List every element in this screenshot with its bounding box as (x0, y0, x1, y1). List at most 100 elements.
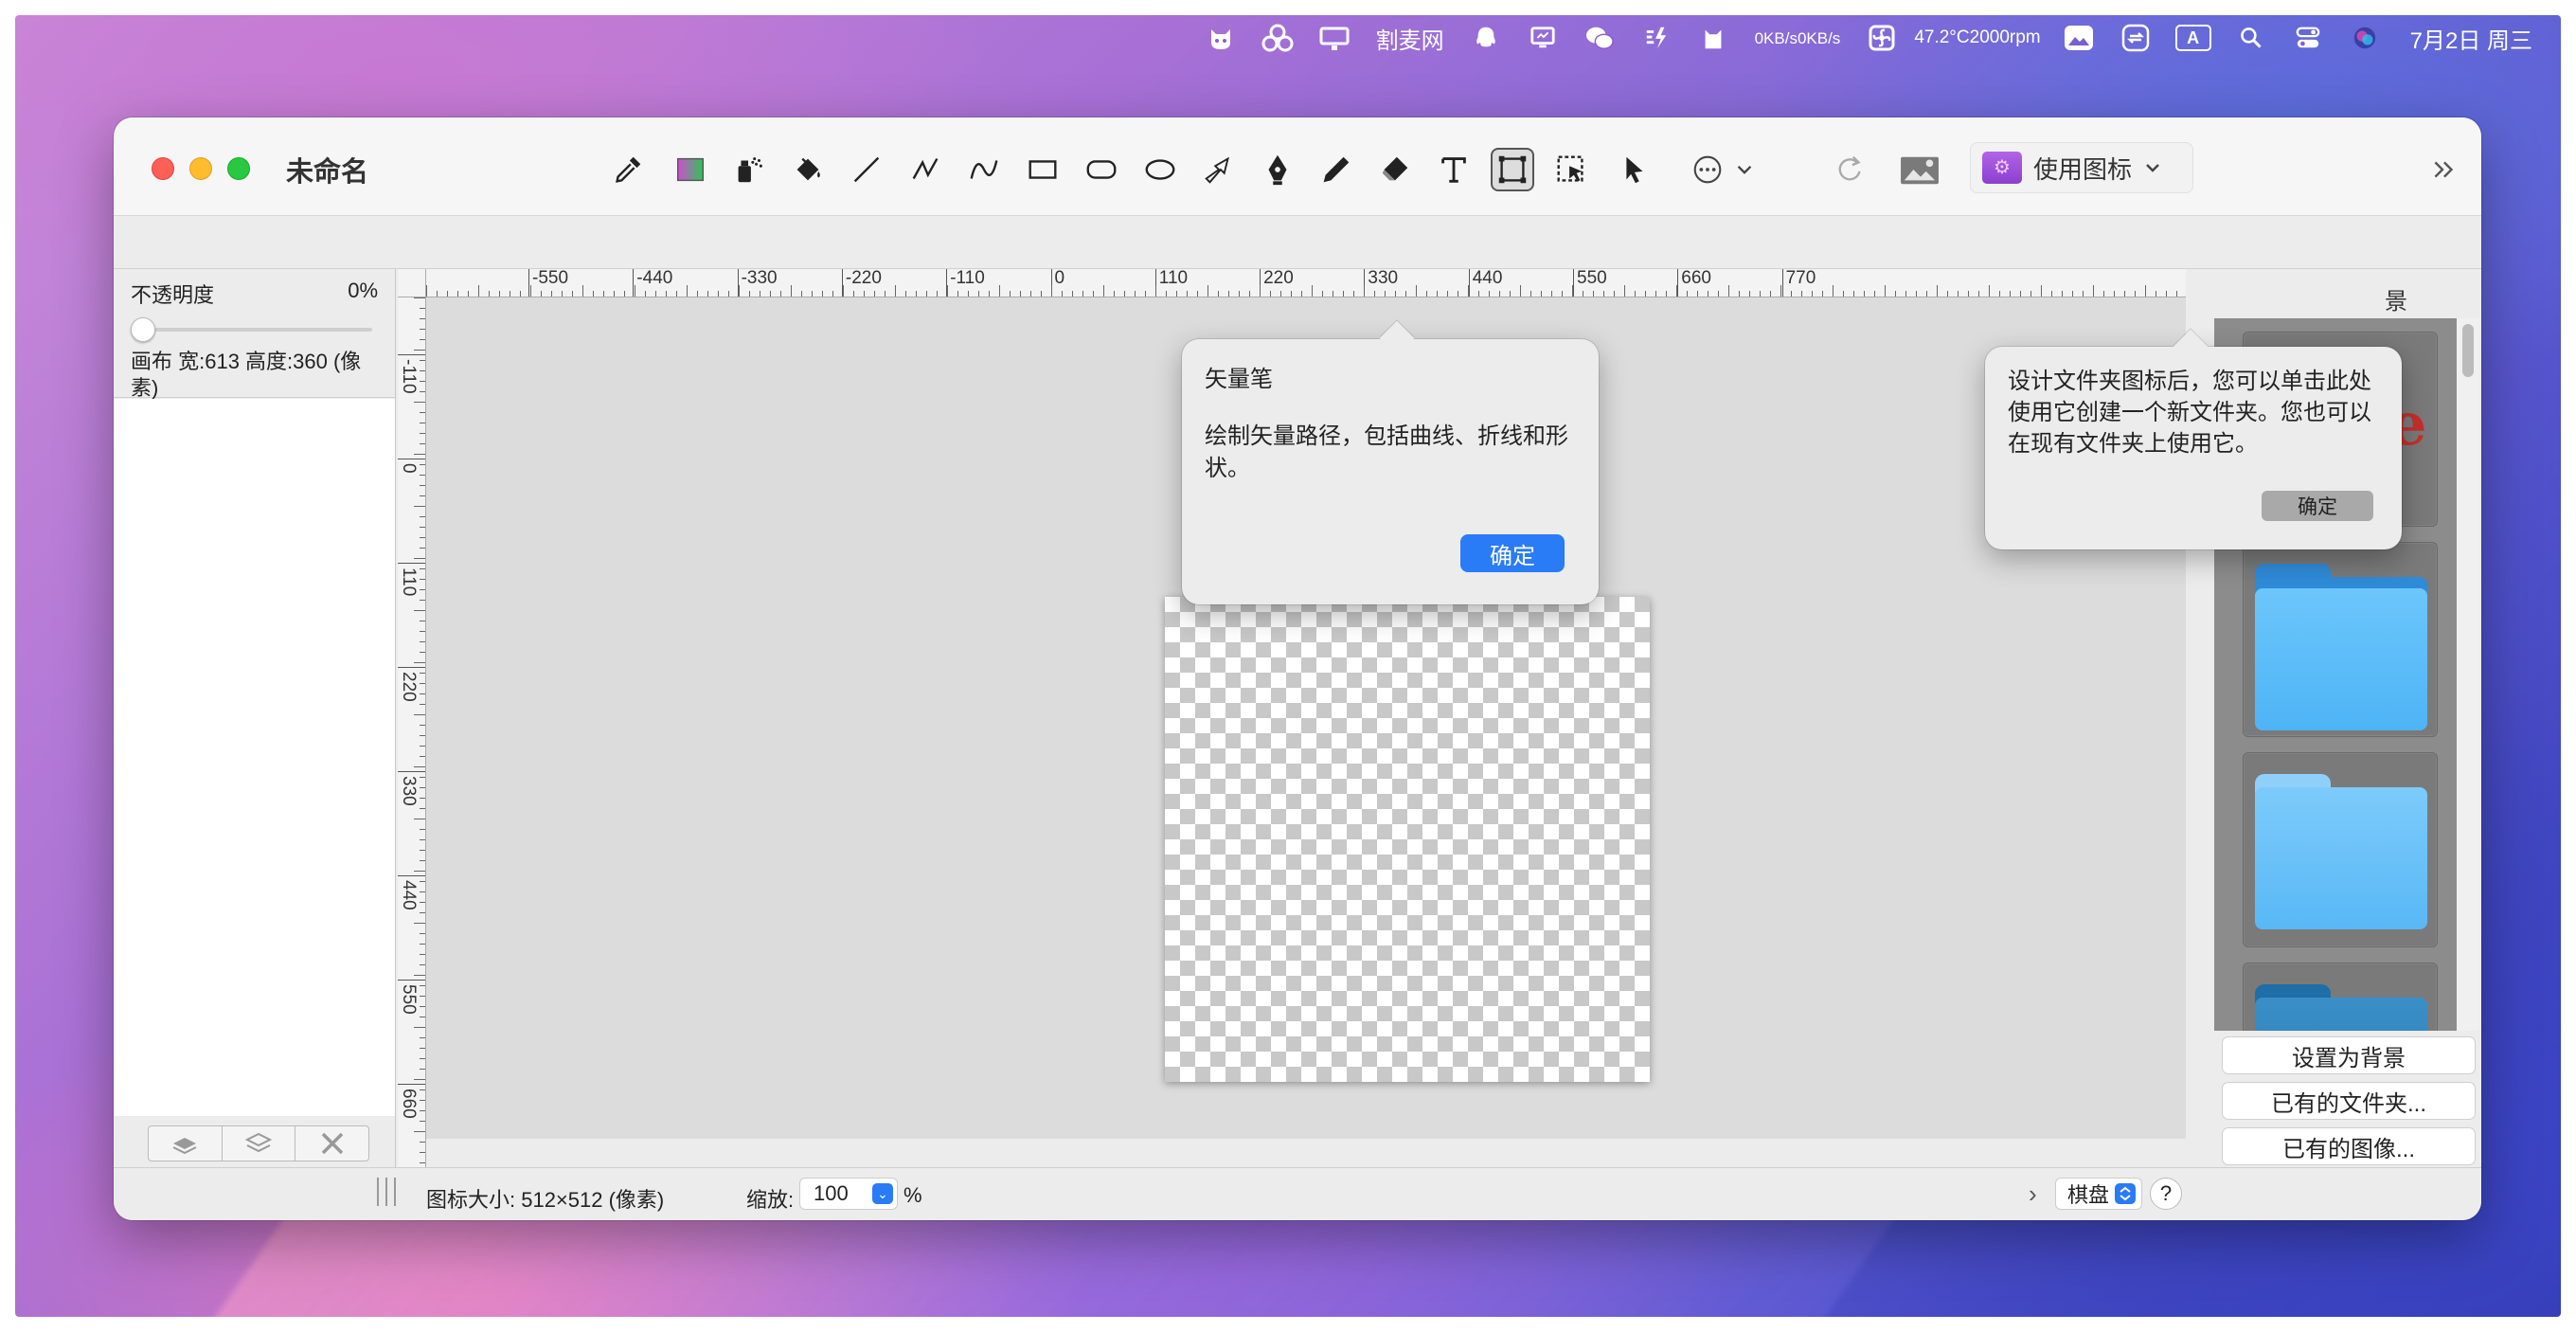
spray-tool[interactable] (727, 148, 771, 191)
ruler-tick (593, 291, 594, 297)
ruler-tick (420, 329, 425, 330)
add-layer-button[interactable] (149, 1126, 223, 1161)
popover-ok-button[interactable]: 确定 (1460, 534, 1565, 572)
popover-ok-button[interactable]: 确定 (2262, 491, 2373, 521)
icon-size-label: 图标大小: 512×512 (像素) (426, 1188, 665, 1212)
network-speed[interactable]: 0KB/s 0KB/s (1755, 15, 1841, 61)
vector-pen-tool[interactable] (1256, 148, 1299, 191)
siri-icon[interactable] (2348, 24, 2382, 52)
ruler-tick (916, 291, 917, 297)
ruler-tick (1968, 291, 1969, 297)
image-icon[interactable] (1894, 148, 1945, 191)
existing-image-button[interactable]: 已有的图像... (2222, 1127, 2476, 1165)
search-icon[interactable] (2234, 24, 2268, 52)
energy-icon[interactable] (1639, 24, 1673, 52)
more-options-icon[interactable] (1686, 148, 1729, 191)
ruler-tick (2135, 291, 2136, 297)
background-mode-select[interactable]: 棋盘 (2055, 1178, 2142, 1210)
ruler-label: 660 (398, 1084, 425, 1119)
polyline-tool[interactable] (903, 148, 947, 191)
ruler-tick (420, 548, 425, 549)
ruler-tick (1666, 291, 1667, 297)
cat-silhouette-icon[interactable] (1696, 24, 1730, 52)
ellipse-tool[interactable] (1138, 148, 1182, 191)
delete-layer-button[interactable] (295, 1126, 368, 1161)
light-folder-item[interactable] (2243, 752, 2438, 947)
color-swatch-tool[interactable] (669, 148, 712, 191)
help-button[interactable]: ? (2150, 1178, 2182, 1210)
icon-artboard[interactable] (1165, 597, 1650, 1082)
title-bar: 未命名 ⚙ 使用图标 (114, 117, 2481, 216)
monitor-icon[interactable] (1526, 24, 1560, 52)
rectangle-tool[interactable] (1021, 148, 1064, 191)
zoom-combobox[interactable]: 100 ⌄ (799, 1178, 898, 1210)
app-name-menu[interactable]: 割麦网 (1376, 15, 1444, 61)
ruler-tick (420, 996, 425, 997)
ruler-tick (1999, 291, 2000, 297)
qq-icon[interactable] (1469, 24, 1503, 52)
ruler-tick (1041, 291, 1042, 297)
ruler-tick (1301, 291, 1302, 297)
blue-folder-item[interactable] (2243, 542, 2438, 737)
paint-bucket-tool[interactable] (786, 148, 830, 191)
duplicate-layer-button[interactable] (223, 1126, 296, 1161)
transform-tool[interactable] (1491, 148, 1534, 191)
selection-tool[interactable] (1549, 148, 1593, 191)
ruler-tick (420, 381, 425, 382)
wechat-icon[interactable] (1583, 24, 1617, 52)
background-list-scrollbar[interactable] (2457, 318, 2479, 1031)
fan-icon[interactable] (1865, 24, 1899, 52)
dark-folder-item[interactable] (2243, 963, 2438, 1031)
ruler-tick (420, 516, 425, 517)
line-tool[interactable] (845, 148, 888, 191)
layers-up-icon (172, 1138, 197, 1155)
double-chevron-right-icon[interactable] (2421, 148, 2464, 191)
ruler-tick (1958, 291, 1959, 297)
zoom-window-button[interactable] (227, 157, 250, 180)
ruler-tick (1312, 285, 1313, 297)
close-window-button[interactable] (152, 157, 174, 180)
existing-folder-button[interactable]: 已有的文件夹... (2222, 1082, 2476, 1120)
chevron-right-icon[interactable]: › (2029, 1179, 2037, 1209)
eraser-tool[interactable] (1373, 148, 1417, 191)
ruler-tick (457, 291, 458, 297)
opacity-slider[interactable] (131, 315, 378, 343)
curve-tool[interactable] (962, 148, 1006, 191)
ruler-tick (1833, 285, 1834, 297)
slider-thumb[interactable] (131, 317, 155, 342)
redo-icon[interactable] (1828, 148, 1871, 191)
ruler-tick (420, 631, 425, 632)
circles-app-icon[interactable] (1261, 24, 1295, 52)
arrow-shape-tool[interactable] (1197, 148, 1241, 191)
display-app-icon[interactable] (1317, 24, 1351, 52)
layer-list[interactable] (114, 399, 395, 1116)
minimize-window-button[interactable] (189, 157, 212, 180)
ruler-label-text: 0 (399, 463, 419, 474)
set-background-button[interactable]: 设置为背景 (2222, 1036, 2476, 1074)
input-method-indicator[interactable]: A (2174, 25, 2211, 51)
eyedropper-tool[interactable] (606, 148, 650, 191)
control-center-icon[interactable] (2291, 24, 2325, 52)
layer-buttons (148, 1125, 369, 1161)
sensor-readout[interactable]: 47.2°C 2000rpm (1914, 15, 2040, 61)
ruler-tick (420, 954, 425, 955)
pencil-tool[interactable] (1315, 148, 1358, 191)
ruler-tick (420, 1152, 425, 1153)
ruler-tick (1593, 291, 1594, 297)
clock-date[interactable]: 7月2日 周三 (2410, 15, 2532, 61)
pointer-tool[interactable] (1612, 148, 1655, 191)
ruler-tick (645, 291, 646, 297)
chevron-down-icon[interactable] (1729, 148, 1760, 191)
scrollbar-thumb[interactable] (2462, 324, 2474, 377)
use-icon-button[interactable]: 使用图标 (1970, 142, 2193, 193)
ruler-tick (1718, 291, 1719, 297)
rounded-rectangle-tool[interactable] (1080, 148, 1123, 191)
chevron-down-icon[interactable]: ⌄ (872, 1183, 893, 1204)
photo-icon[interactable] (2062, 24, 2096, 52)
ruler-tick (562, 291, 563, 297)
ruler-tick (420, 693, 425, 694)
cat-app-icon[interactable] (1204, 24, 1238, 52)
text-tool[interactable] (1432, 148, 1476, 191)
panel-resize-handle[interactable] (377, 1178, 396, 1206)
sync-icon[interactable] (2119, 24, 2153, 52)
